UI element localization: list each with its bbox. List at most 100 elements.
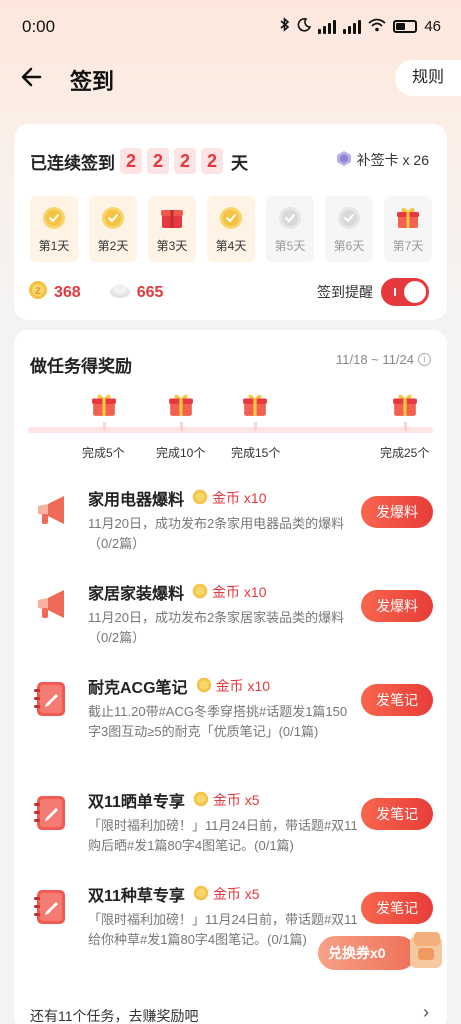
- task-desc: 截止11.20带#ACG冬季穿搭挑#话题发1篇150字3图互动≥5的耐克「优质笔…: [88, 704, 348, 739]
- streak-prefix: 已连续签到: [30, 153, 115, 173]
- task-name: 双11晒单专享: [88, 794, 185, 811]
- battery-level: 46: [424, 18, 441, 35]
- streak-digit: 2: [120, 148, 142, 174]
- date-range: 11/18 ~ 11/24 i: [336, 352, 431, 367]
- post-note-button[interactable]: 发笔记: [361, 684, 433, 716]
- day-item[interactable]: 第3天: [148, 196, 196, 262]
- points-balance: 665: [136, 283, 164, 301]
- post-deal-button[interactable]: 发爆料: [361, 590, 433, 622]
- moon-icon: [297, 17, 312, 36]
- progress-track: [28, 427, 433, 433]
- gold-coin-icon: [196, 677, 212, 696]
- task-reward: 金币 x10: [192, 488, 266, 508]
- balance-row: Z 368 665: [28, 280, 163, 305]
- streak-text: 已连续签到 2 2 2 2 天: [30, 148, 248, 174]
- svg-text:Z: Z: [35, 286, 41, 296]
- milestone-gift-icon[interactable]: [242, 392, 268, 423]
- reminder-row: 签到提醒: [317, 278, 429, 306]
- milestone-tick: [180, 422, 183, 431]
- unchecked-coin-icon: [337, 206, 361, 235]
- silver-points-icon: [109, 280, 131, 305]
- makeup-card-icon: [336, 151, 351, 169]
- task-reward-text: 金币 x10: [212, 584, 267, 600]
- task-name: 耐克ACG笔记: [88, 680, 188, 697]
- streak-digit: 2: [174, 148, 196, 174]
- coin-balance: 368: [54, 283, 81, 301]
- signal-icon-2: [343, 19, 362, 34]
- task-desc: 11月20日，成功发布2条家用电器品类的爆料（0/2篇）: [88, 516, 345, 551]
- info-icon[interactable]: i: [418, 353, 431, 366]
- streak-suffix: 天: [231, 153, 248, 173]
- task-name-row: 家居家装爆料 金币 x10: [88, 580, 266, 604]
- chevron-right-icon[interactable]: ›: [423, 1002, 429, 1023]
- task-name-row: 双11种草专享 金币 x5: [88, 882, 260, 906]
- task-reward: 金币 x5: [193, 884, 260, 904]
- post-note-button[interactable]: 发笔记: [361, 798, 433, 830]
- task-name-row: 双11晒单专享 金币 x5: [88, 788, 260, 812]
- milestone-label: 完成15个: [231, 446, 281, 460]
- date-range-text: 11/18 ~ 11/24: [336, 352, 414, 367]
- gold-coin-icon: Z: [28, 280, 48, 305]
- task-reward: 金币 x10: [196, 676, 270, 696]
- task-reward-text: 金币 x10: [215, 678, 271, 694]
- day-item[interactable]: 第6天: [325, 196, 373, 262]
- milestone-label: 完成5个: [82, 446, 125, 460]
- checked-coin-icon: [219, 206, 243, 235]
- coupon-bag-icon: [404, 928, 448, 977]
- tasks-title: 做任务得奖励: [30, 357, 132, 376]
- day-item[interactable]: 第7天: [384, 196, 432, 262]
- megaphone-icon: [34, 492, 72, 535]
- toggle-knob: [404, 281, 426, 303]
- open-gift-icon: [160, 206, 184, 235]
- notebook-icon: [34, 680, 68, 723]
- status-icons: 46: [280, 17, 441, 36]
- milestone-label: 完成25个: [380, 446, 430, 460]
- makeup-card[interactable]: 补签卡 x 26: [336, 150, 429, 170]
- task-name: 双11种草专享: [88, 888, 185, 905]
- task-reward: 金币 x10: [192, 582, 266, 602]
- task-desc: 「限时福利加磅！」11月24日前，带话题#双11购后晒#发1篇80字4图笔记。(…: [88, 818, 358, 853]
- day-label: 第2天: [97, 239, 129, 253]
- tasks-card: 做任务得奖励 11/18 ~ 11/24 i 完成5个 完成10个 完成15个 …: [14, 330, 447, 1024]
- gold-coin-icon: [192, 583, 208, 602]
- wifi-icon: [368, 18, 386, 36]
- milestone-gift-icon[interactable]: [91, 392, 117, 423]
- notebook-icon: [34, 794, 68, 837]
- milestone-gift-icon[interactable]: [392, 392, 418, 423]
- day-label: 第5天: [274, 239, 306, 253]
- day-label: 第6天: [333, 239, 365, 253]
- streak-digit: 2: [201, 148, 223, 174]
- milestone-gift-icon[interactable]: [168, 392, 194, 423]
- checked-coin-icon: [42, 206, 66, 235]
- day-label: 第1天: [38, 239, 70, 253]
- task-desc: 11月20日，成功发布2条家居家装品类的爆料（0/2篇）: [88, 610, 345, 645]
- coupon-label: 兑换券x0: [318, 936, 416, 970]
- back-arrow-icon[interactable]: [20, 62, 50, 92]
- coupon-float-button[interactable]: 兑换券x0: [318, 928, 448, 972]
- checked-coin-icon: [101, 206, 125, 235]
- page-title: 签到: [70, 69, 115, 94]
- unchecked-coin-icon: [278, 206, 302, 235]
- status-time: 0:00: [22, 17, 56, 36]
- battery-icon: [393, 20, 418, 33]
- gold-coin-icon: [193, 885, 209, 904]
- task-reward-text: 金币 x5: [212, 792, 260, 808]
- task-name: 家用电器爆料: [88, 492, 185, 509]
- task-reward-text: 金币 x5: [212, 886, 260, 902]
- more-tasks-link[interactable]: 还有11个任务，去赚奖励吧: [30, 1006, 199, 1024]
- post-note-button[interactable]: 发笔记: [361, 892, 433, 924]
- task-reward: 金币 x5: [193, 790, 260, 810]
- reminder-toggle[interactable]: [381, 278, 429, 306]
- day-label: 第4天: [215, 239, 247, 253]
- day-item[interactable]: 第2天: [89, 196, 137, 262]
- rules-button[interactable]: 规则: [395, 60, 461, 96]
- post-deal-button[interactable]: 发爆料: [361, 496, 433, 528]
- task-name-row: 家用电器爆料 金币 x10: [88, 486, 266, 510]
- header: 签到 规则: [0, 52, 461, 106]
- day-item[interactable]: 第4天: [207, 196, 255, 262]
- day-item[interactable]: 第5天: [266, 196, 314, 262]
- toggle-bar: [394, 288, 396, 296]
- reminder-label: 签到提醒: [317, 284, 373, 300]
- day-item[interactable]: 第1天: [30, 196, 78, 262]
- day-list: 第1天 第2天 第3天 第4天 第5天 第6天 第7天: [30, 196, 432, 262]
